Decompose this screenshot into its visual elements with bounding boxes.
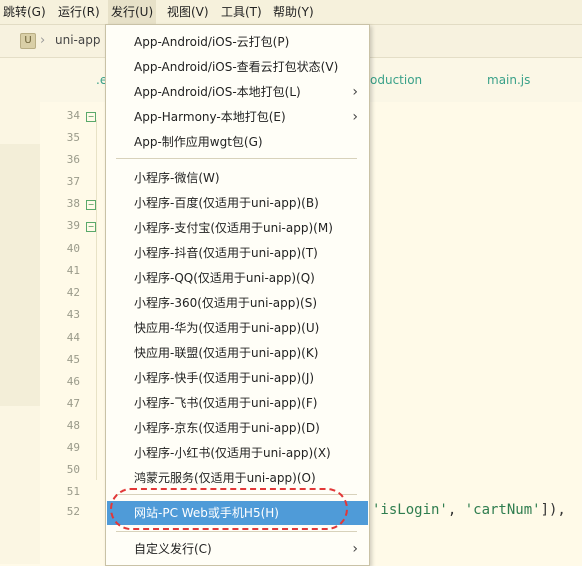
line-number: 41: [66, 264, 80, 277]
line-number: 38: [66, 197, 80, 210]
menu-item-mp-baidu[interactable]: 小程序-百度(仅适用于uni-app)(B): [107, 191, 368, 215]
line-number: 35: [66, 131, 80, 144]
code-string: 'cartNum': [464, 502, 541, 518]
fold-toggle-icon[interactable]: −: [86, 112, 96, 122]
menu-item-app-local-pack[interactable]: App-Android/iOS-本地打包(L) ›: [107, 80, 368, 104]
project-explorer[interactable]: [0, 58, 40, 564]
explorer-selection: [0, 144, 40, 406]
menu-goto[interactable]: 跳转(G): [0, 0, 49, 24]
line-number: 50: [66, 463, 80, 476]
line-number: 40: [66, 242, 80, 255]
code-punct: ]),: [540, 502, 566, 518]
line-number: 52: [66, 505, 80, 518]
menu-tools[interactable]: 工具(T): [218, 0, 265, 24]
line-number: 42: [66, 286, 80, 299]
line-number: 43: [66, 308, 80, 321]
indent-guide: [96, 120, 97, 480]
line-number: 49: [66, 441, 80, 454]
menu-item-mp-alipay[interactable]: 小程序-支付宝(仅适用于uni-app)(M): [107, 216, 368, 240]
line-number: 48: [66, 419, 80, 432]
menu-item-mp-kuaishou[interactable]: 小程序-快手(仅适用于uni-app)(J): [107, 366, 368, 390]
menu-item-quickapp-union[interactable]: 快应用-联盟(仅适用于uni-app)(K): [107, 341, 368, 365]
line-number: 45: [66, 353, 80, 366]
fold-toggle-icon[interactable]: −: [86, 222, 96, 232]
line-number: 51: [66, 485, 80, 498]
menu-item-custom-publish[interactable]: 自定义发行(C) ›: [107, 537, 368, 561]
menu-view[interactable]: 视图(V): [164, 0, 212, 24]
file-tab-main-js[interactable]: main.js: [487, 73, 530, 87]
menu-item-harmony-atomic[interactable]: 鸿蒙元服务(仅适用于uni-app)(O): [107, 466, 368, 490]
chevron-right-icon: ›: [40, 33, 46, 48]
code-string: 'isLogin': [372, 502, 448, 518]
menu-publish[interactable]: 发行(U): [108, 0, 157, 24]
project-icon: U: [20, 33, 36, 49]
breadcrumb-project[interactable]: uni-app: [55, 33, 100, 47]
line-number: 47: [66, 397, 80, 410]
chevron-right-icon: ›: [352, 109, 358, 125]
menu-item-app-wgt[interactable]: App-制作应用wgt包(G): [107, 130, 368, 154]
menu-run[interactable]: 运行(R): [55, 0, 103, 24]
annotation-highlight-ring: [110, 488, 348, 530]
menu-separator: [116, 158, 357, 159]
menu-item-harmony-local-pack[interactable]: App-Harmony-本地打包(E) ›: [107, 105, 368, 129]
menu-item-mp-qq[interactable]: 小程序-QQ(仅适用于uni-app)(Q): [107, 266, 368, 290]
menu-item-mp-toutiao[interactable]: 小程序-抖音(仅适用于uni-app)(T): [107, 241, 368, 265]
menu-help[interactable]: 帮助(Y): [270, 0, 317, 24]
line-number: 34: [66, 109, 80, 122]
menu-item-mp-jd[interactable]: 小程序-京东(仅适用于uni-app)(D): [107, 416, 368, 440]
line-number: 46: [66, 375, 80, 388]
chevron-right-icon: ›: [352, 84, 358, 100]
code-punct: ,: [447, 502, 465, 518]
menu-item-app-cloud-pack[interactable]: App-Android/iOS-云打包(P): [107, 30, 368, 54]
menu-item-mp-xhs[interactable]: 小程序-小红书(仅适用于uni-app)(X): [107, 441, 368, 465]
menu-item-mp-weixin[interactable]: 小程序-微信(W): [107, 166, 368, 190]
menu-separator: [116, 531, 357, 532]
menu-item-quickapp-huawei[interactable]: 快应用-华为(仅适用于uni-app)(U): [107, 316, 368, 340]
code-line-52[interactable]: 'isLogin', 'cartNum']),: [372, 500, 566, 520]
publish-dropdown-menu: App-Android/iOS-云打包(P) App-Android/iOS-查…: [105, 24, 370, 566]
line-number: 37: [66, 175, 80, 188]
line-gutter: 34 35 36 37 38 39 40 41 42 43 44 45 46 4…: [40, 102, 102, 564]
menu-item-app-cloud-status[interactable]: App-Android/iOS-查看云打包状态(V): [107, 55, 368, 79]
file-tab[interactable]: oduction: [370, 73, 422, 87]
fold-toggle-icon[interactable]: −: [86, 200, 96, 210]
line-number: 44: [66, 331, 80, 344]
menu-item-mp-360[interactable]: 小程序-360(仅适用于uni-app)(S): [107, 291, 368, 315]
chevron-right-icon: ›: [352, 541, 358, 557]
menu-item-mp-lark[interactable]: 小程序-飞书(仅适用于uni-app)(F): [107, 391, 368, 415]
line-number: 36: [66, 153, 80, 166]
menubar: 跳转(G) 运行(R) 发行(U) 视图(V) 工具(T) 帮助(Y): [0, 0, 582, 25]
line-number: 39: [66, 219, 80, 232]
